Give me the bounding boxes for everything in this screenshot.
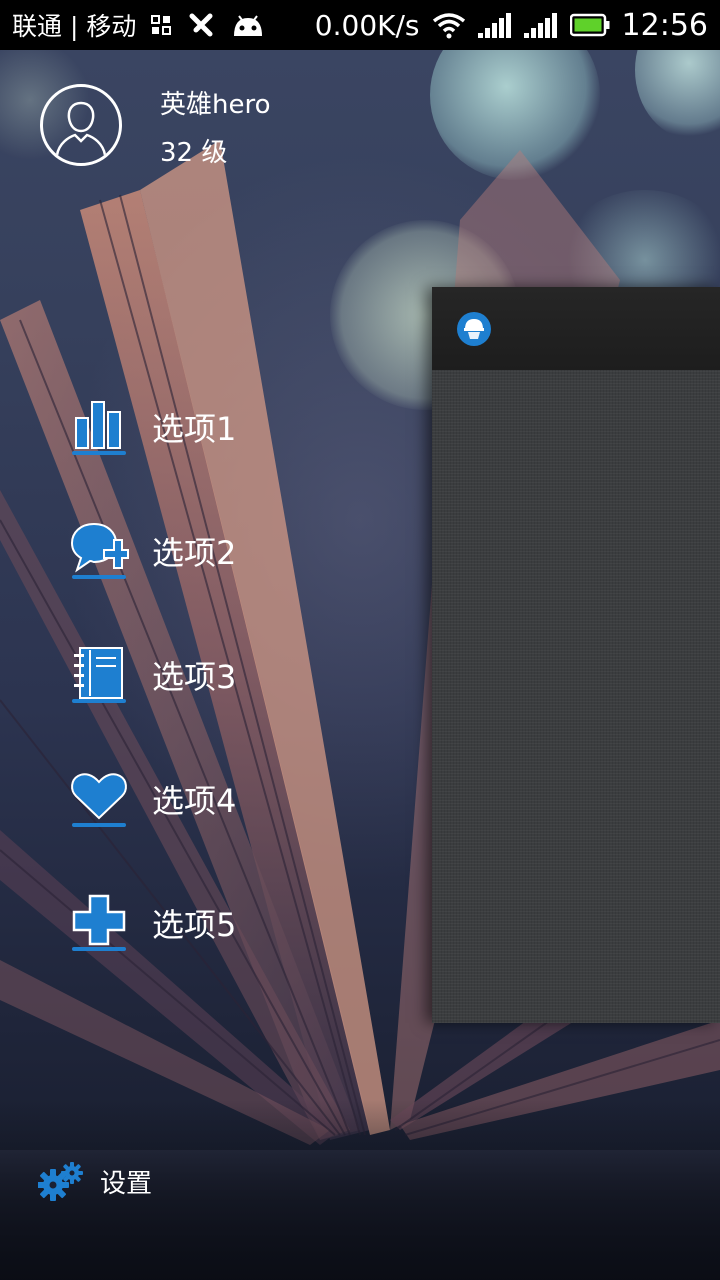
user-silhouette-icon	[55, 101, 107, 156]
menu-item-label: 选项2	[152, 534, 237, 572]
avatar[interactable]	[40, 84, 122, 166]
helmet-icon[interactable]	[456, 311, 492, 347]
menu-item-3[interactable]: 选项3	[68, 640, 388, 710]
menu-item-label: 选项4	[152, 782, 237, 820]
wifi-icon	[432, 13, 465, 39]
grid-icon	[151, 15, 172, 35]
main-content-panel[interactable]	[432, 287, 720, 1023]
heart-icon	[71, 773, 127, 827]
menu-item-4[interactable]: 选项4	[68, 764, 388, 834]
bar-chart-icon	[72, 401, 126, 455]
plus-icon	[72, 894, 126, 951]
menu-item-label: 选项5	[152, 906, 237, 944]
username: 英雄hero	[160, 90, 271, 120]
settings-label: 设置	[100, 1168, 153, 1199]
content-action-bar	[432, 287, 720, 370]
tools-icon	[189, 13, 213, 37]
android-icon	[234, 15, 263, 36]
status-bar: 联通 | 移动 0.00K/s 12:56	[0, 0, 720, 50]
chat-add-icon	[70, 522, 129, 579]
menu-item-label: 选项1	[152, 410, 237, 448]
user-level: 32 级	[160, 138, 228, 168]
menu-item-label: 选项3	[152, 658, 237, 696]
gears-icon	[38, 1162, 83, 1201]
content-body	[432, 370, 720, 1023]
notebook-icon	[72, 647, 126, 703]
battery-icon	[569, 13, 610, 37]
carrier-label: 联通 | 移动	[12, 12, 137, 41]
signal-icon-2	[523, 13, 557, 38]
menu-item-5[interactable]: 选项5	[68, 888, 388, 958]
menu-item-1[interactable]: 选项1	[68, 392, 388, 462]
signal-icon-1	[477, 13, 511, 38]
clock: 12:56	[621, 7, 708, 43]
settings-button[interactable]: 设置	[38, 1156, 152, 1206]
network-speed: 0.00K/s	[314, 8, 420, 42]
menu-item-2[interactable]: 选项2	[68, 516, 388, 586]
